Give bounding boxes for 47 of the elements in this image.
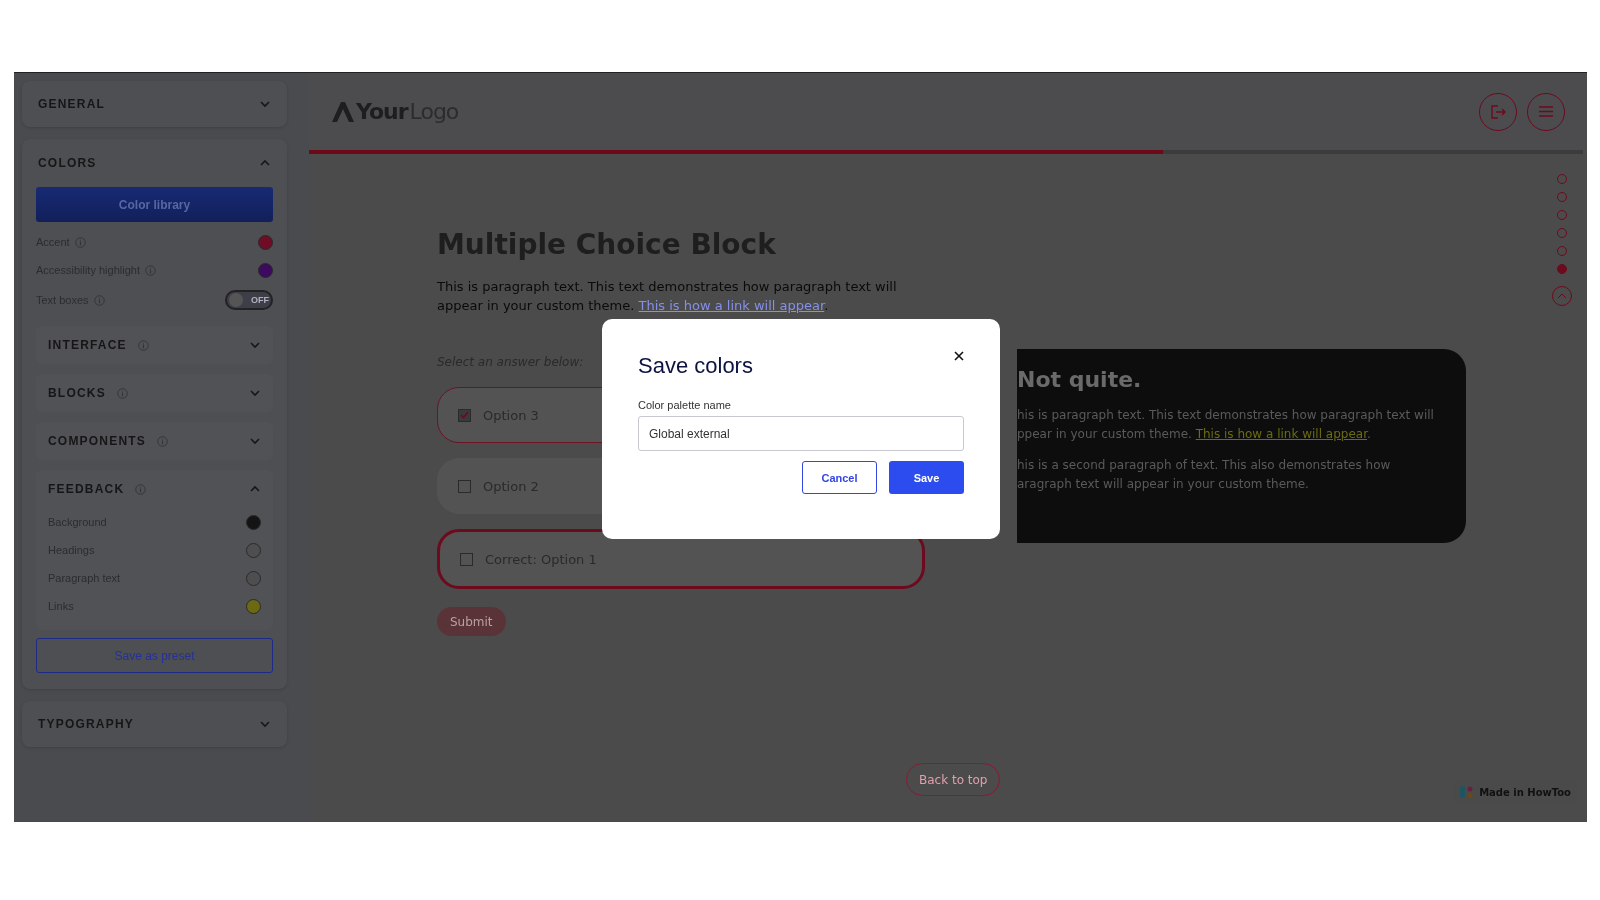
toggle-switch[interactable]: OFF	[225, 290, 273, 310]
close-button[interactable]	[952, 349, 966, 363]
cancel-button[interactable]: Cancel	[802, 461, 877, 494]
field-label: Color palette name	[638, 399, 732, 411]
feedback-text: his is paragraph text. This text demonstrates how paragraph text will	[1017, 407, 1434, 424]
color-library-button[interactable]: Color library	[36, 187, 273, 222]
section-header[interactable]: COLORS	[38, 156, 97, 170]
checkbox[interactable]	[458, 479, 471, 493]
subsection-header[interactable]: COMPONENTS	[48, 434, 168, 448]
info-icon	[116, 387, 128, 399]
section-header[interactable]: TYPOGRAPHY	[38, 717, 134, 731]
color-swatch[interactable]	[258, 262, 273, 278]
info-icon	[157, 435, 168, 447]
palette-name-input[interactable]: Global external	[638, 416, 964, 451]
save-preset-button[interactable]: Save as preset	[36, 638, 273, 673]
exit-icon	[1490, 104, 1506, 119]
caret-icon	[1557, 293, 1567, 299]
subsection-header[interactable]: FEEDBACK	[48, 482, 147, 496]
checkbox[interactable]	[458, 408, 471, 422]
page-dot[interactable]	[1557, 264, 1567, 274]
color-swatch[interactable]	[246, 570, 261, 586]
info-icon	[144, 265, 156, 276]
subsection-header[interactable]: INTERFACE	[48, 338, 149, 352]
color-swatch[interactable]	[258, 234, 273, 250]
text-link[interactable]: This is how a link will appear	[638, 298, 825, 313]
info-icon	[74, 237, 86, 248]
info-icon	[135, 483, 147, 495]
menu-icon	[1539, 106, 1553, 117]
feedback-text: ppear in your custom theme. This is how a link will appear.	[1017, 426, 1371, 443]
logo-icon	[332, 101, 354, 122]
checkbox[interactable]	[460, 552, 473, 566]
section-header[interactable]: GENERAL	[38, 97, 106, 111]
color-swatch[interactable]	[246, 598, 261, 614]
dialog-title: Save colors	[638, 353, 753, 379]
subsection-header[interactable]: BLOCKS	[48, 386, 128, 400]
feedback-link[interactable]: This is how a link will appear	[1195, 427, 1367, 441]
close-icon	[954, 351, 964, 361]
save-button[interactable]: Save	[889, 461, 964, 494]
color-swatch[interactable]	[246, 514, 261, 530]
feedback-text: aragraph text will appear in your custom theme.	[1017, 476, 1309, 493]
color-swatch[interactable]	[246, 542, 261, 558]
info-icon	[137, 339, 149, 351]
feedback-title: Not quite.	[1017, 367, 1143, 392]
feedback-text: his is a second paragraph of text. This also demonstrates how	[1017, 457, 1391, 474]
info-icon	[93, 295, 105, 306]
brand-icon	[1460, 785, 1475, 799]
paragraph-text: This is paragraph text. This text demonstrates how paragraph text will appear in your custom theme. This is how a link will appear.	[437, 278, 898, 315]
